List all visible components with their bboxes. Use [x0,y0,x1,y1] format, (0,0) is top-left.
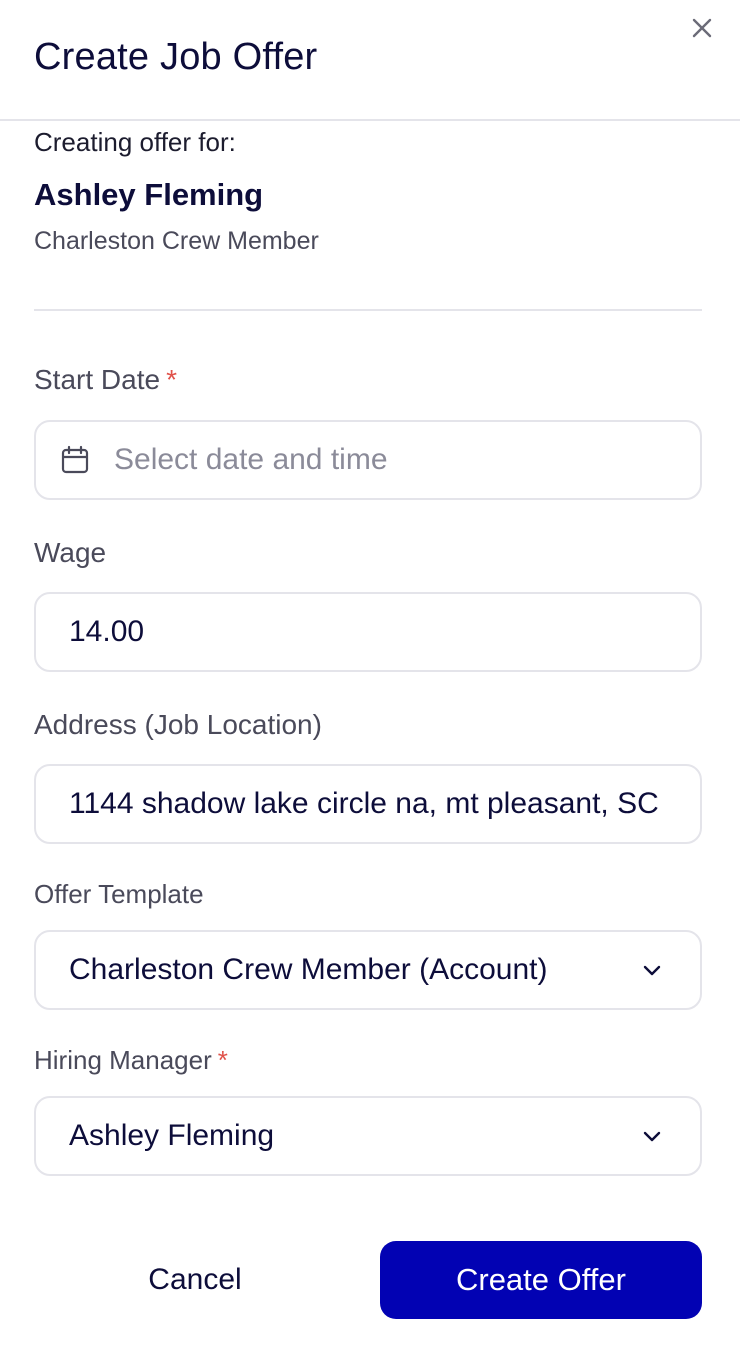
modal-title: Create Job Offer [34,36,318,78]
wage-label: Wage [34,537,107,568]
section-divider [34,309,702,311]
offer-template-label: Offer Template [34,879,204,909]
chevron-down-icon [643,1131,661,1142]
candidate-role: Charleston Crew Member [34,227,319,255]
creating-offer-label: Creating offer for: [34,127,236,157]
create-offer-button[interactable]: Create Offer [380,1241,702,1319]
address-input[interactable]: 1144 shadow lake circle na, mt pleasant,… [34,764,702,844]
wage-input[interactable]: 14.00 [34,592,702,672]
offer-template-select[interactable]: Charleston Crew Member (Account) [34,930,702,1010]
start-date-label-text: Start Date [34,364,161,395]
close-icon[interactable] [688,14,716,42]
start-date-label: Start Date * [34,364,177,396]
candidate-name: Ashley Fleming [34,177,264,212]
address-label: Address (Job Location) [34,709,322,740]
hiring-manager-value: Ashley Fleming [69,1119,275,1152]
required-asterisk: * [166,364,177,395]
required-asterisk: * [217,1045,228,1075]
start-date-placeholder: Select date and time [114,443,388,476]
chevron-down-icon [643,965,661,976]
start-date-picker[interactable]: Select date and time [34,420,702,500]
hiring-manager-label: Hiring Manager * [34,1045,228,1076]
address-value: 1144 shadow lake circle na, mt pleasant,… [69,787,659,820]
close-button[interactable] [688,14,716,42]
calendar-icon [61,445,89,474]
cancel-button[interactable]: Cancel [40,1241,350,1319]
hiring-manager-label-text: Hiring Manager [34,1045,212,1075]
wage-value: 14.00 [69,615,145,648]
offer-template-value: Charleston Crew Member (Account) [69,953,548,986]
modal-header: Create Job Offer [0,0,740,121]
hiring-manager-select[interactable]: Ashley Fleming [34,1096,702,1176]
